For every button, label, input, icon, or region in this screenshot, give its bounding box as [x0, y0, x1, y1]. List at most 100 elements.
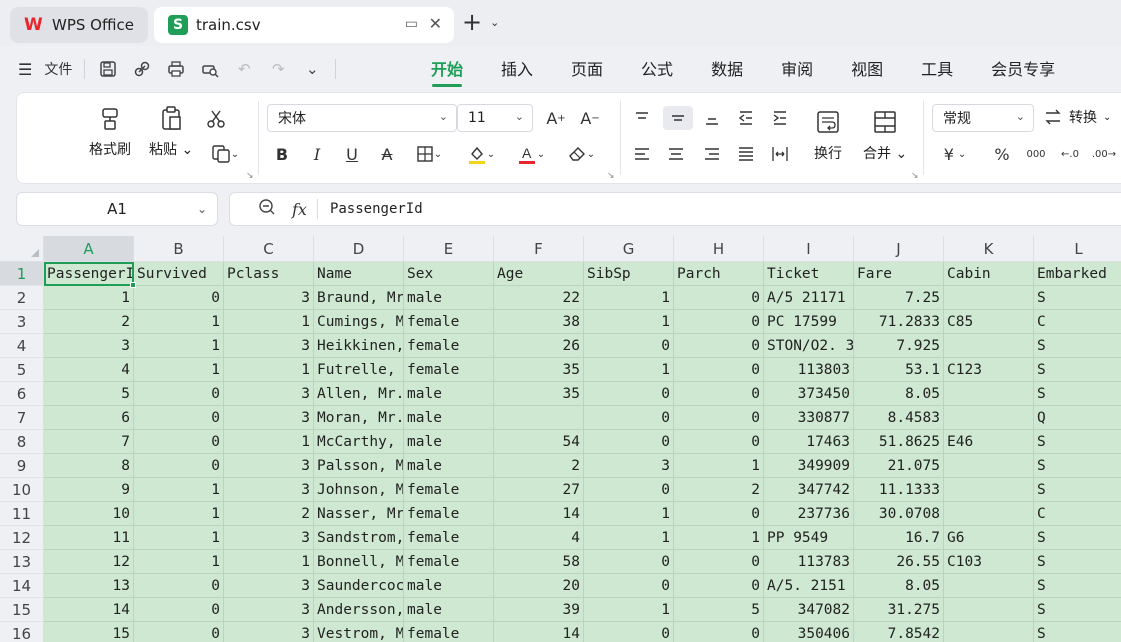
name-box[interactable]: A1 ⌄: [16, 192, 218, 226]
cell-i15[interactable]: 347082: [764, 598, 854, 622]
cell-e13[interactable]: female: [404, 550, 494, 574]
cell-a2[interactable]: 1: [44, 286, 134, 310]
cell-f1[interactable]: Age: [494, 262, 584, 286]
cell-j9[interactable]: 21.075: [854, 454, 944, 478]
cell-g13[interactable]: 0: [584, 550, 674, 574]
cell-h9[interactable]: 1: [674, 454, 764, 478]
cell-i4[interactable]: STON/O2. 3: [764, 334, 854, 358]
cell-c14[interactable]: 3: [224, 574, 314, 598]
strikethrough-icon[interactable]: A: [374, 142, 400, 166]
column-header-k[interactable]: K: [944, 236, 1034, 262]
cell-a10[interactable]: 9: [44, 478, 134, 502]
cell-e10[interactable]: female: [404, 478, 494, 502]
cell-b14[interactable]: 0: [134, 574, 224, 598]
row-header-11[interactable]: 11: [0, 502, 44, 526]
new-tab-plus-icon[interactable]: +: [462, 10, 482, 34]
decrease-decimal-icon[interactable]: .00→: [1091, 142, 1117, 166]
cell-j4[interactable]: 7.925: [854, 334, 944, 358]
cell-b3[interactable]: 1: [134, 310, 224, 334]
cell-f4[interactable]: 26: [494, 334, 584, 358]
cell-b6[interactable]: 0: [134, 382, 224, 406]
group-expand-icon[interactable]: ↘: [607, 171, 615, 181]
cell-g16[interactable]: 0: [584, 622, 674, 642]
convert-button[interactable]: 转换 ⌄: [1043, 107, 1111, 127]
cell-h13[interactable]: 0: [674, 550, 764, 574]
font-color-icon[interactable]: A ⌄: [511, 142, 551, 166]
cell-b9[interactable]: 0: [134, 454, 224, 478]
cell-l8[interactable]: S: [1034, 430, 1121, 454]
cell-d15[interactable]: Andersson,: [314, 598, 404, 622]
cell-g3[interactable]: 1: [584, 310, 674, 334]
cell-k6[interactable]: [944, 382, 1034, 406]
cell-j12[interactable]: 16.7: [854, 526, 944, 550]
spreadsheet-grid[interactable]: A B C D E F G H I J K L 1 PassengerId Survived Pclass Na…: [0, 236, 1121, 642]
cell-i14[interactable]: A/5. 2151: [764, 574, 854, 598]
cell-e15[interactable]: male: [404, 598, 494, 622]
cell-k1[interactable]: Cabin: [944, 262, 1034, 286]
cell-k10[interactable]: [944, 478, 1034, 502]
select-all-corner[interactable]: [0, 236, 44, 262]
cell-l3[interactable]: C: [1034, 310, 1121, 334]
cell-i8[interactable]: 17463: [764, 430, 854, 454]
increase-font-icon[interactable]: A +: [543, 106, 569, 130]
eraser-icon[interactable]: ⌄: [561, 142, 601, 166]
cell-i13[interactable]: 113783: [764, 550, 854, 574]
group-expand-icon[interactable]: ↘: [246, 171, 254, 181]
tab-train-csv[interactable]: S train.csv ▭ ✕: [154, 7, 454, 43]
formula-input[interactable]: PassengerId: [330, 201, 423, 217]
cell-g15[interactable]: 1: [584, 598, 674, 622]
cell-l9[interactable]: S: [1034, 454, 1121, 478]
cell-c5[interactable]: 1: [224, 358, 314, 382]
column-header-i[interactable]: I: [764, 236, 854, 262]
tab-review[interactable]: 审阅: [762, 46, 832, 90]
align-right-icon[interactable]: [699, 142, 725, 166]
font-name-select[interactable]: 宋体 ⌄: [267, 104, 457, 132]
save-icon[interactable]: [97, 58, 119, 80]
cell-k9[interactable]: [944, 454, 1034, 478]
cell-h5[interactable]: 0: [674, 358, 764, 382]
cell-g1[interactable]: SibSp: [584, 262, 674, 286]
cell-d12[interactable]: Sandstrom,: [314, 526, 404, 550]
cell-i1[interactable]: Ticket: [764, 262, 854, 286]
cell-c1[interactable]: Pclass: [224, 262, 314, 286]
cell-i3[interactable]: PC 17599: [764, 310, 854, 334]
cell-k16[interactable]: [944, 622, 1034, 642]
row-header-4[interactable]: 4: [0, 334, 44, 358]
row-header-6[interactable]: 6: [0, 382, 44, 406]
tab-member[interactable]: 会员专享: [972, 46, 1074, 90]
cell-e1[interactable]: Sex: [404, 262, 494, 286]
fx-icon[interactable]: fx: [292, 200, 307, 219]
cell-e2[interactable]: male: [404, 286, 494, 310]
bold-icon[interactable]: B: [269, 142, 295, 166]
tab-wps-office[interactable]: W WPS Office: [10, 7, 148, 43]
cell-d1[interactable]: Name: [314, 262, 404, 286]
row-header-8[interactable]: 8: [0, 430, 44, 454]
cell-a12[interactable]: 11: [44, 526, 134, 550]
wrap-text-button[interactable]: 换行: [813, 107, 843, 163]
italic-icon[interactable]: I: [304, 142, 330, 166]
cell-a4[interactable]: 3: [44, 334, 134, 358]
cell-l7[interactable]: Q: [1034, 406, 1121, 430]
cell-d10[interactable]: Johnson, M: [314, 478, 404, 502]
row-header-9[interactable]: 9: [0, 454, 44, 478]
fill-handle[interactable]: [130, 282, 136, 288]
cell-j1[interactable]: Fare: [854, 262, 944, 286]
column-header-g[interactable]: G: [584, 236, 674, 262]
tab-insert[interactable]: 插入: [482, 46, 552, 90]
cell-j5[interactable]: 53.1: [854, 358, 944, 382]
cell-k12[interactable]: G6: [944, 526, 1034, 550]
cell-j2[interactable]: 7.25: [854, 286, 944, 310]
cell-j15[interactable]: 31.275: [854, 598, 944, 622]
column-header-e[interactable]: E: [404, 236, 494, 262]
cell-h3[interactable]: 0: [674, 310, 764, 334]
cell-b10[interactable]: 1: [134, 478, 224, 502]
cell-k4[interactable]: [944, 334, 1034, 358]
cell-j11[interactable]: 30.0708: [854, 502, 944, 526]
cell-j10[interactable]: 11.1333: [854, 478, 944, 502]
cell-d7[interactable]: Moran, Mr.: [314, 406, 404, 430]
merge-button[interactable]: 合并 ⌄: [863, 107, 907, 163]
cell-b8[interactable]: 0: [134, 430, 224, 454]
cell-i16[interactable]: 350406: [764, 622, 854, 642]
tab-formula[interactable]: 公式: [622, 46, 692, 90]
row-header-10[interactable]: 10: [0, 478, 44, 502]
